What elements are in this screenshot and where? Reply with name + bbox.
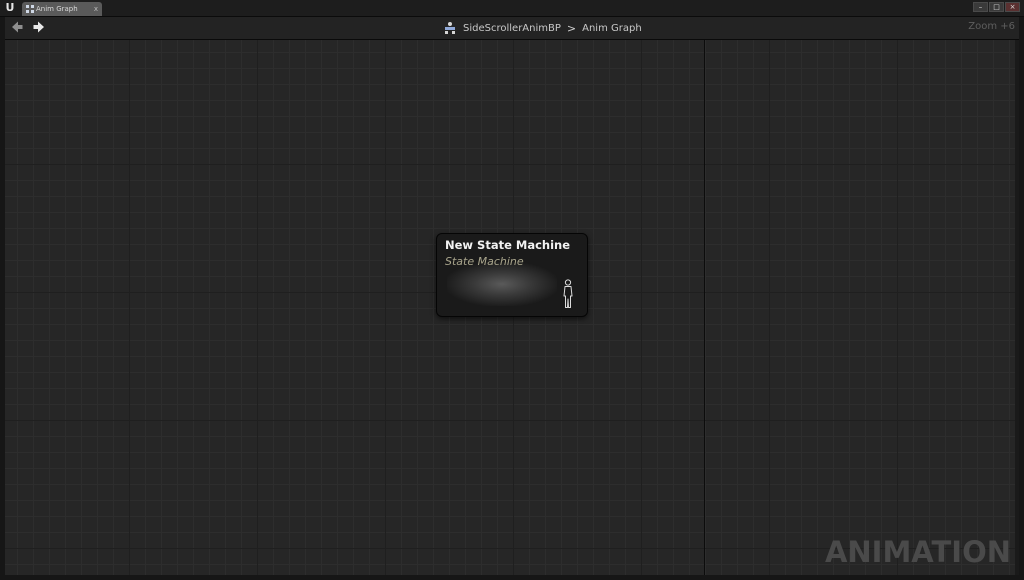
- zoom-level: Zoom +6: [968, 21, 1015, 32]
- breadcrumb-item-anim-graph[interactable]: Anim Graph: [582, 23, 642, 34]
- minimize-button[interactable]: –: [973, 2, 988, 12]
- window-controls: – □ ×: [973, 2, 1020, 13]
- breadcrumb-item-blueprint[interactable]: SideScrollerAnimBP: [463, 23, 561, 34]
- graph-canvas[interactable]: New State Machine State Machine ANIMATIO…: [5, 40, 1019, 575]
- forward-arrow-icon[interactable]: [32, 20, 46, 34]
- node-title: New State Machine: [445, 238, 571, 252]
- node-subtitle: State Machine: [445, 255, 524, 268]
- title-bar: U Anim Graph x – □ ×: [0, 0, 1024, 17]
- state-machine-node[interactable]: New State Machine State Machine: [436, 233, 588, 317]
- graph-right-edge: [1015, 40, 1019, 575]
- breadcrumb: SideScrollerAnimBP > Anim Graph: [443, 17, 642, 39]
- maximize-button[interactable]: □: [989, 2, 1004, 12]
- unreal-logo-icon[interactable]: U: [4, 2, 16, 14]
- close-button[interactable]: ×: [1005, 2, 1020, 12]
- tab-label: Anim Graph: [36, 5, 78, 13]
- node-preview-glow: [447, 262, 557, 306]
- anim-blueprint-icon: [445, 22, 455, 34]
- graph-type-watermark: ANIMATION: [824, 535, 1011, 569]
- breadcrumb-separator: >: [566, 21, 577, 35]
- tab-anim-graph[interactable]: Anim Graph x: [22, 2, 102, 16]
- back-arrow-icon[interactable]: [10, 20, 24, 34]
- graph-origin-axis: [704, 40, 705, 575]
- editor-window: U Anim Graph x – □ × SideScrollerAnimBP …: [0, 0, 1024, 580]
- blueprint-icon: [26, 5, 34, 13]
- tab-close-icon[interactable]: x: [94, 3, 98, 15]
- graph-nav-bar: SideScrollerAnimBP > Anim Graph Zoom +6: [5, 17, 1019, 40]
- person-icon: [563, 279, 573, 308]
